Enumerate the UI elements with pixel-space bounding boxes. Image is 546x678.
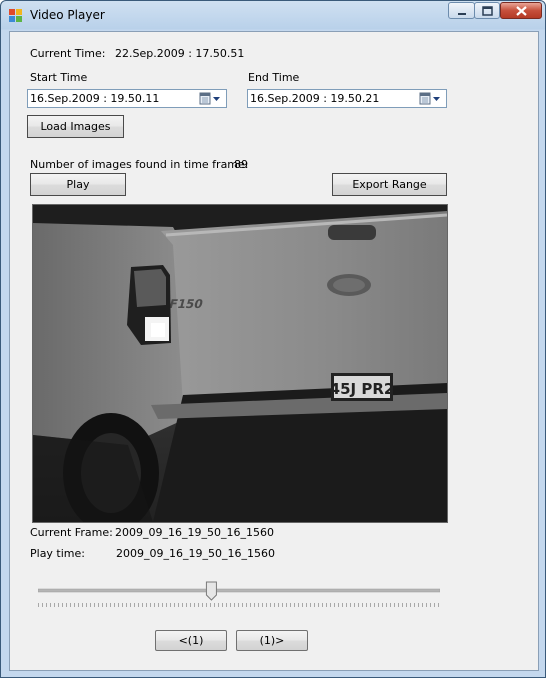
play-time-value: 2009_09_16_19_50_16_1560 (116, 547, 275, 560)
current-frame-label: Current Frame: (30, 526, 113, 539)
minimize-icon (458, 13, 466, 15)
truck-rear-image: F150 45J PR2 (33, 205, 447, 522)
close-icon (516, 6, 527, 16)
maximize-button[interactable] (474, 2, 500, 19)
play-button[interactable]: Play (30, 173, 126, 196)
images-found-count: 89 (234, 158, 248, 171)
current-time-value: 22.Sep.2009 : 17.50.51 (115, 47, 245, 60)
frame-slider[interactable] (38, 580, 440, 610)
start-time-label: Start Time (30, 71, 88, 84)
video-frame-viewer: F150 45J PR2 (32, 204, 448, 523)
svg-text:F150: F150 (168, 297, 205, 311)
start-time-value: 16.Sep.2009 : 19.50.11 (30, 92, 160, 105)
next-frame-button[interactable]: (1)> (236, 630, 308, 651)
play-time-label: Play time: (30, 547, 85, 560)
license-plate-text: 45J PR2 (330, 380, 395, 398)
end-time-label: End Time (248, 71, 300, 84)
slider-track[interactable] (38, 588, 440, 593)
app-icon (9, 9, 23, 23)
images-found-label: Number of images found in time frame: (30, 158, 249, 171)
end-time-picker[interactable]: 16.Sep.2009 : 19.50.21 (247, 89, 447, 108)
export-range-button[interactable]: Export Range (332, 173, 447, 196)
video-player-window: Video Player Current Time: 22.Sep.2009 :… (0, 0, 546, 678)
previous-frame-button[interactable]: <(1) (155, 630, 227, 651)
calendar-dropdown-icon[interactable] (419, 92, 441, 106)
close-button[interactable] (500, 2, 542, 19)
load-images-button[interactable]: Load Images (27, 115, 124, 138)
maximize-icon (482, 6, 493, 16)
calendar-dropdown-icon[interactable] (199, 92, 221, 106)
client-area: Current Time: 22.Sep.2009 : 17.50.51 Sta… (9, 31, 539, 671)
minimize-button[interactable] (448, 2, 475, 19)
current-time-label: Current Time: (30, 47, 106, 60)
window-title: Video Player (30, 8, 105, 22)
title-bar[interactable]: Video Player (1, 1, 545, 29)
current-frame-value: 2009_09_16_19_50_16_1560 (115, 526, 274, 539)
slider-ticks (38, 603, 439, 607)
slider-thumb[interactable] (205, 581, 217, 601)
start-time-picker[interactable]: 16.Sep.2009 : 19.50.11 (27, 89, 227, 108)
end-time-value: 16.Sep.2009 : 19.50.21 (250, 92, 380, 105)
